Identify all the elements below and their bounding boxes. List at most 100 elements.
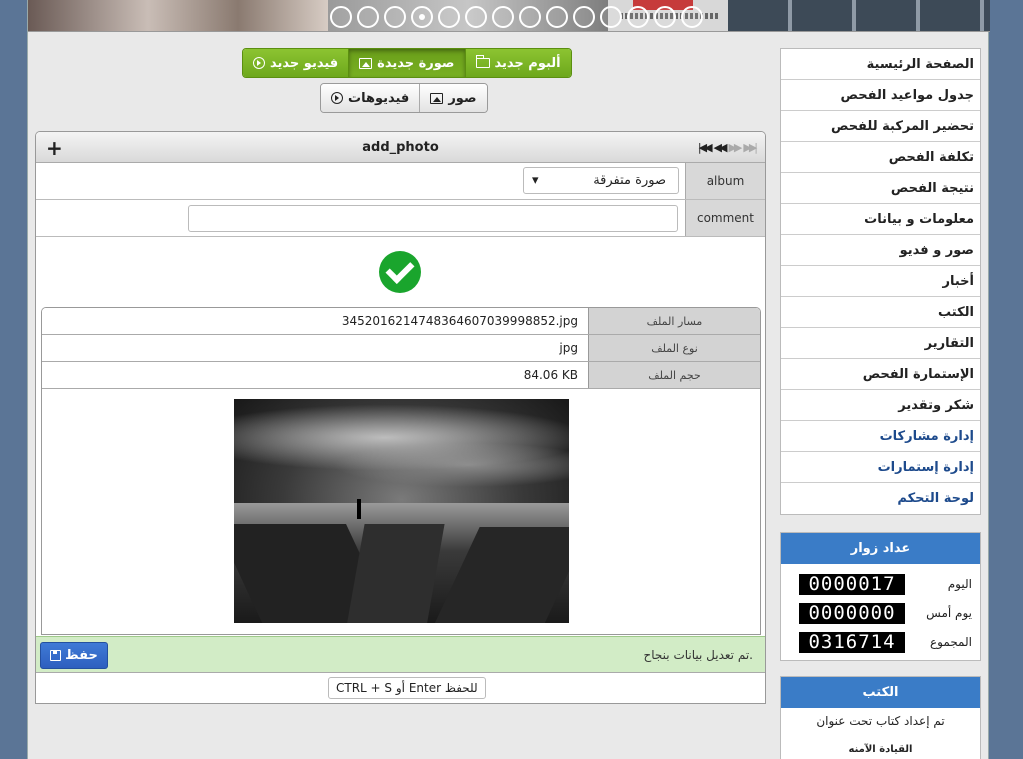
slider-dot[interactable] <box>600 6 622 28</box>
sidebar-item-info[interactable]: معلومات و بيانات <box>781 204 980 235</box>
books-title: الكتب <box>781 677 980 708</box>
status-bar: حفظ تم تعديل بيانات بنجاح. <box>36 636 765 673</box>
first-record-icon[interactable]: |◀◀ <box>698 141 713 154</box>
visitor-counter-widget: عداد زوار 0000017 اليوم 0000000 يوم أمس … <box>780 532 981 661</box>
file-info-box: 3452016214748364607039998852.jpg مسار ال… <box>41 307 761 635</box>
panel-title: add_photo <box>362 140 439 155</box>
comment-row: comment <box>36 200 765 237</box>
sidebar-menu: الصفحة الرئيسية جدول مواعيد الفحص تحضير … <box>780 48 981 515</box>
sidebar-item-reports[interactable]: التقارير <box>781 328 980 359</box>
sidebar-item-thanks[interactable]: شكر وتقدير <box>781 390 980 421</box>
album-select-value: صورة متفرقة <box>593 173 666 188</box>
play-circle-icon <box>331 92 343 104</box>
media-actions: فيديو جديد صورة جديدة ألبوم جديد <box>242 48 572 78</box>
uploaded-photo-preview <box>234 399 569 623</box>
photos-button[interactable]: صور <box>419 84 487 112</box>
panel-header: + add_photo |◀◀ ◀◀ ▶▶ ▶▶| <box>36 132 765 163</box>
new-photo-button[interactable]: صورة جديدة <box>348 49 465 77</box>
album-select[interactable]: ▾ صورة متفرقة <box>523 167 679 194</box>
file-type-value: jpg <box>559 341 578 355</box>
image-icon <box>430 92 444 104</box>
album-row: ▾ صورة متفرقة album <box>36 163 765 200</box>
counter-yesterday-label: يوم أمس <box>926 606 972 620</box>
slider-dot[interactable] <box>384 6 406 28</box>
file-path-label: مسار الملف <box>588 308 760 334</box>
counter-total-label: المجموع <box>930 635 972 649</box>
counter-yesterday-value: 0000000 <box>799 603 905 624</box>
sidebar-item-books[interactable]: الكتب <box>781 297 980 328</box>
next-record-icon[interactable]: ▶▶ <box>728 141 742 154</box>
videos-button[interactable]: فيديوهات <box>321 84 420 112</box>
sidebar: الصفحة الرئيسية جدول مواعيد الفحص تحضير … <box>780 48 981 515</box>
sidebar-item-home[interactable]: الصفحة الرئيسية <box>781 49 980 80</box>
add-photo-panel: + add_photo |◀◀ ◀◀ ▶▶ ▶▶| ▾ صورة متفرقة … <box>35 131 766 704</box>
file-path-row: 3452016214748364607039998852.jpg مسار ال… <box>42 308 760 335</box>
page-frame: فيديو جديد صورة جديدة ألبوم جديد فيديوها… <box>27 0 990 759</box>
file-type-label: نوع الملف <box>588 335 760 361</box>
banner-photo-1 <box>28 0 328 31</box>
slider-dot[interactable] <box>519 6 541 28</box>
keyboard-shortcut-hint: CTRL + S أو Enter للحفظ <box>328 677 486 699</box>
slider-dots <box>330 6 703 28</box>
main-content: فيديو جديد صورة جديدة ألبوم جديد فيديوها… <box>28 32 773 759</box>
play-circle-icon <box>253 57 265 69</box>
videos-label: فيديوهات <box>348 90 410 106</box>
counter-today-row: 0000017 اليوم <box>781 570 980 599</box>
sidebar-item-media[interactable]: صور و فديو <box>781 235 980 266</box>
slider-dot[interactable] <box>438 6 460 28</box>
image-icon <box>359 57 373 69</box>
file-size-row: 84.06 KB حجم الملف <box>42 362 760 389</box>
slider-dot-active[interactable] <box>411 6 433 28</box>
success-check-icon <box>379 251 421 293</box>
slider-dot[interactable] <box>546 6 568 28</box>
new-video-button[interactable]: فيديو جديد <box>243 49 349 77</box>
banner-photo-3 <box>728 0 990 31</box>
save-button[interactable]: حفظ <box>40 642 108 669</box>
visitor-counter-title: عداد زوار <box>781 533 980 564</box>
photos-label: صور <box>448 90 477 106</box>
sidebar-item-cost[interactable]: تكلفة الفحص <box>781 142 980 173</box>
slider-dot[interactable] <box>492 6 514 28</box>
sidebar-item-manage-forms[interactable]: إدارة إستمارات <box>781 452 980 483</box>
new-album-label: ألبوم جديد <box>494 55 561 71</box>
counter-yesterday-row: 0000000 يوم أمس <box>781 599 980 628</box>
sidebar-item-result[interactable]: نتيجة الفحص <box>781 173 980 204</box>
counter-today-value: 0000017 <box>799 574 905 595</box>
album-label: album <box>685 163 765 199</box>
slider-dot[interactable] <box>465 6 487 28</box>
new-photo-label: صورة جديدة <box>377 55 455 71</box>
books-book-title[interactable]: القيادة الآمنه <box>781 744 980 755</box>
file-type-row: jpg نوع الملف <box>42 335 760 362</box>
new-video-label: فيديو جديد <box>270 55 339 71</box>
save-label: حفظ <box>65 648 98 663</box>
slider-dot[interactable] <box>357 6 379 28</box>
sidebar-item-manage-posts[interactable]: إدارة مشاركات <box>781 421 980 452</box>
sidebar-item-dashboard[interactable]: لوحة التحكم <box>781 483 980 514</box>
slider-dot[interactable] <box>573 6 595 28</box>
slider-dot[interactable] <box>627 6 649 28</box>
counter-today-label: اليوم <box>947 577 972 591</box>
sidebar-item-news[interactable]: أخبار <box>781 266 980 297</box>
sidebar-item-vehicle-prep[interactable]: تحضير المركبة للفحص <box>781 111 980 142</box>
comment-label: comment <box>685 200 765 236</box>
counter-total-row: 0316714 المجموع <box>781 628 980 657</box>
slider-dot[interactable] <box>330 6 352 28</box>
floppy-disk-icon <box>50 650 62 661</box>
slider-dot[interactable] <box>654 6 676 28</box>
success-message: تم تعديل بيانات بنجاح. <box>643 648 753 662</box>
counter-total-value: 0316714 <box>799 632 905 653</box>
previous-record-icon[interactable]: ◀◀ <box>714 141 728 154</box>
new-album-button[interactable]: ألبوم جديد <box>464 49 571 77</box>
comment-input[interactable] <box>188 205 678 232</box>
header-banner <box>28 0 990 32</box>
record-navigation: |◀◀ ◀◀ ▶▶ ▶▶| <box>698 141 758 154</box>
file-size-value: 84.06 KB <box>523 368 578 382</box>
last-record-icon[interactable]: ▶▶| <box>743 141 758 154</box>
folder-open-icon <box>475 55 490 68</box>
sidebar-item-form[interactable]: الإستمارة الفحص <box>781 359 980 390</box>
dropdown-arrow-icon: ▾ <box>532 173 539 188</box>
slider-dot[interactable] <box>681 6 703 28</box>
sidebar-item-schedule[interactable]: جدول مواعيد الفحص <box>781 80 980 111</box>
books-widget: الكتب تم إعداد كتاب تحت عنوان القيادة ال… <box>780 676 981 759</box>
books-text: تم إعداد كتاب تحت عنوان <box>816 714 945 728</box>
